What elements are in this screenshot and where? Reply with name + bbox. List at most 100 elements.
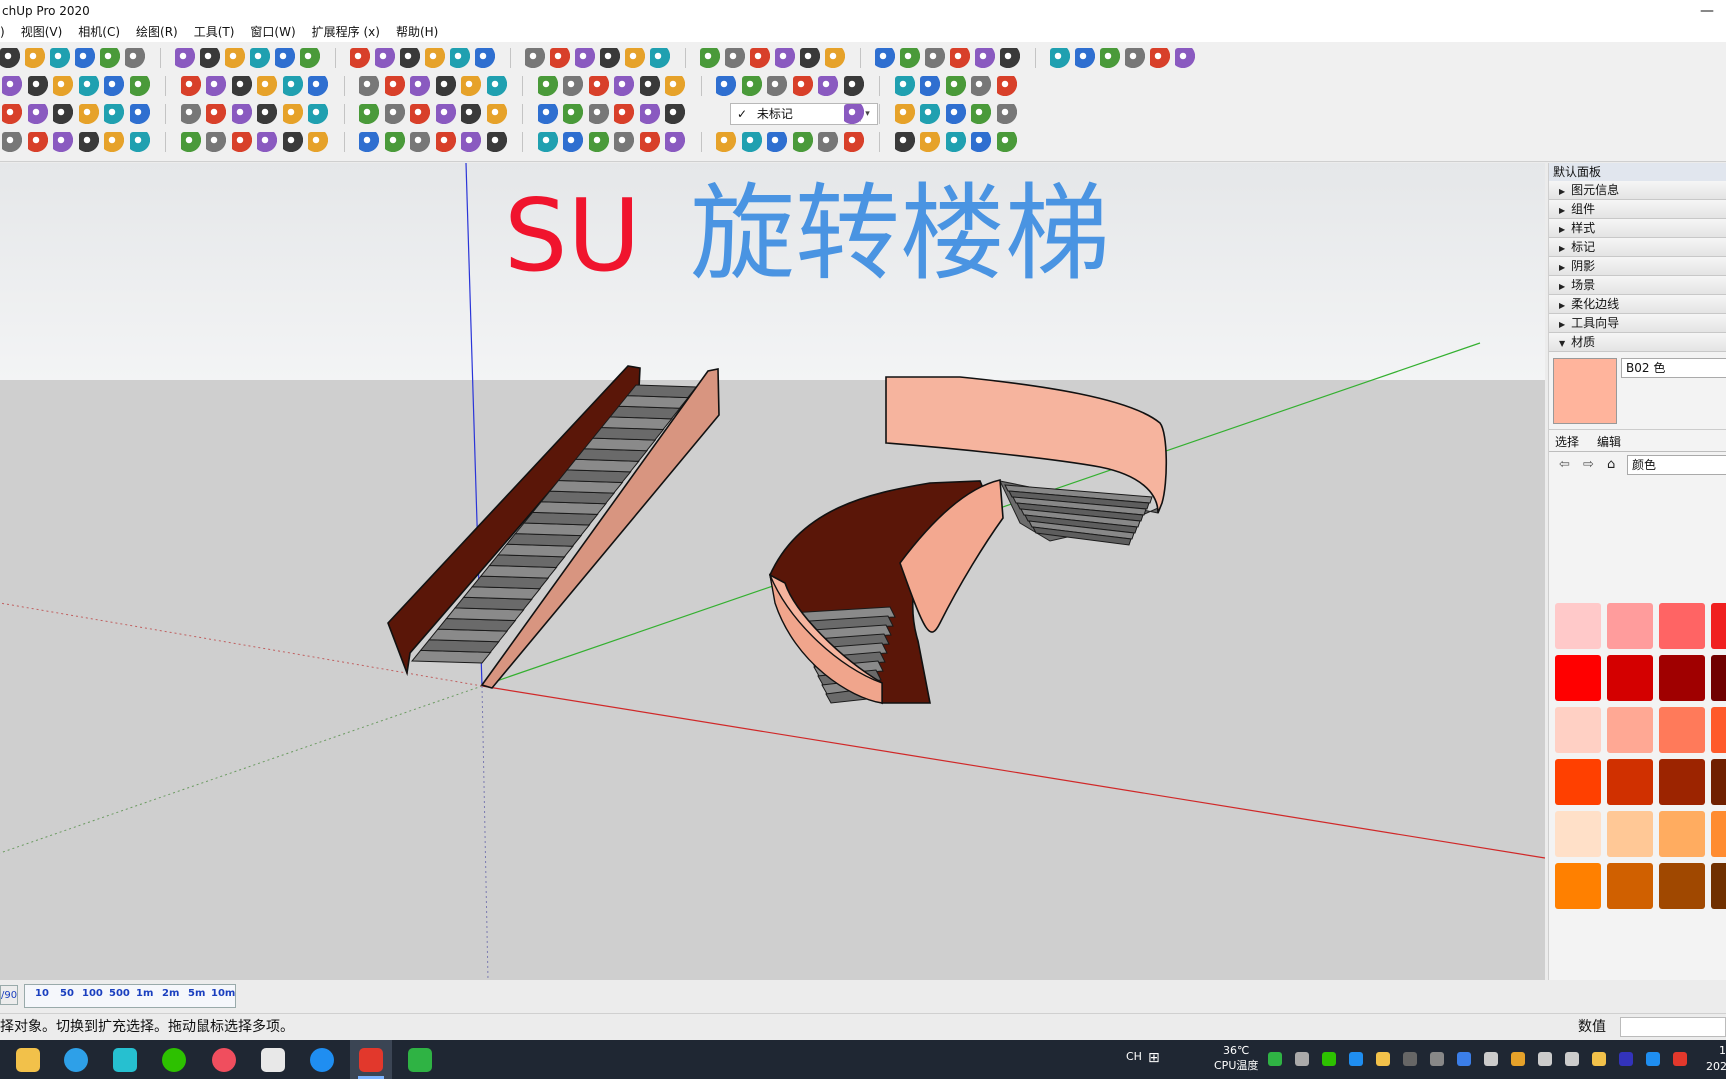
toolbar-tool-icon[interactable] — [920, 104, 940, 124]
toolbar-tool-icon[interactable] — [563, 76, 583, 96]
value-control-input[interactable] — [1620, 1017, 1726, 1037]
menu-view[interactable]: 视图(V) — [21, 22, 63, 42]
toolbar-tool-icon[interactable] — [614, 132, 634, 152]
toolbar-tool-icon[interactable] — [384, 104, 405, 124]
toolbar-tool-icon[interactable] — [25, 48, 45, 68]
toolbar-tool-icon[interactable] — [231, 76, 252, 96]
notes-app-icon[interactable] — [113, 1048, 137, 1072]
toolbar-tool-icon[interactable] — [75, 48, 95, 68]
toolbar-tool-icon[interactable] — [614, 104, 634, 124]
system-tray-icon[interactable] — [1349, 1052, 1363, 1066]
toolbar-tool-icon[interactable] — [843, 132, 864, 152]
toolbar-tool-icon[interactable] — [700, 48, 720, 68]
toolbar-tool-icon[interactable] — [435, 76, 456, 96]
toolbar-tool-icon[interactable] — [894, 132, 915, 152]
toolbar-tool-icon[interactable] — [359, 76, 379, 96]
toolbar-tool-icon[interactable] — [894, 104, 915, 124]
toolbar-tool-icon[interactable] — [996, 76, 1017, 96]
toolbar-tool-icon[interactable] — [2, 104, 22, 124]
toolbar-tool-icon[interactable] — [925, 48, 945, 68]
edge-browser-icon[interactable] — [64, 1048, 88, 1072]
material-swatch[interactable] — [1711, 603, 1726, 649]
video-app-icon[interactable] — [212, 1048, 236, 1072]
toolbar-tool-icon[interactable] — [282, 132, 303, 152]
material-swatch[interactable] — [1607, 759, 1653, 805]
material-swatch[interactable] — [1659, 655, 1705, 701]
system-tray-icon[interactable] — [1322, 1052, 1336, 1066]
system-tray-icon[interactable] — [1268, 1052, 1282, 1066]
system-tray-icon[interactable] — [1484, 1052, 1498, 1066]
back-arrow-icon[interactable]: ⇦ — [1559, 457, 1570, 472]
toolbar-tool-icon[interactable] — [359, 132, 379, 152]
toolbar-tool-icon[interactable] — [308, 132, 328, 152]
toolbar-tool-icon[interactable] — [200, 48, 220, 68]
wechat-icon[interactable] — [162, 1048, 186, 1072]
toolbar-tool-icon[interactable] — [486, 104, 507, 124]
material-swatch[interactable] — [1659, 707, 1705, 753]
toolbar-tool-icon[interactable] — [486, 132, 507, 152]
material-swatch[interactable] — [1555, 811, 1601, 857]
material-swatch[interactable] — [1555, 655, 1601, 701]
toolbar-tool-icon[interactable] — [920, 76, 940, 96]
toolbar-tool-icon[interactable] — [257, 132, 277, 152]
tray-section-soften-edges[interactable]: ▶ 柔化边线 — [1549, 295, 1726, 314]
toolbar-tool-icon[interactable] — [475, 48, 495, 68]
toolbar-tool-icon[interactable] — [894, 76, 915, 96]
toolbar-tool-icon[interactable] — [525, 48, 545, 68]
system-tray-icon[interactable] — [1511, 1052, 1525, 1066]
toolbar-tool-icon[interactable] — [945, 104, 966, 124]
toolbar-tool-icon[interactable] — [792, 76, 813, 96]
toolbar-tool-icon[interactable] — [100, 48, 120, 68]
toolbar-tool-icon[interactable] — [920, 132, 940, 152]
toolbar-tool-icon[interactable] — [350, 48, 370, 68]
tab-edit[interactable]: 编辑 — [1597, 433, 1621, 450]
toolbar-tool-icon[interactable] — [625, 48, 645, 68]
minimize-button[interactable]: — — [1700, 0, 1714, 22]
toolbar-tool-icon[interactable] — [537, 76, 558, 96]
toolbar-tool-icon[interactable] — [104, 104, 124, 124]
material-swatch[interactable] — [1659, 863, 1705, 909]
material-swatch[interactable] — [1711, 863, 1726, 909]
toolbar-tool-icon[interactable] — [129, 132, 150, 152]
system-tray-icon[interactable] — [1457, 1052, 1471, 1066]
toolbar-tool-icon[interactable] — [767, 132, 787, 152]
toolbar-tool-icon[interactable] — [461, 132, 481, 152]
toolbar-tool-icon[interactable] — [550, 48, 570, 68]
material-swatch[interactable] — [1607, 811, 1653, 857]
system-tray-icon[interactable] — [1295, 1052, 1309, 1066]
menu-draw[interactable]: 绘图(R) — [136, 22, 178, 42]
toolbar-tool-icon[interactable] — [425, 48, 445, 68]
system-tray-icon[interactable] — [1376, 1052, 1390, 1066]
system-tray-icon[interactable] — [1592, 1052, 1606, 1066]
toolbar-tool-icon[interactable] — [400, 48, 420, 68]
toolbar-tool-icon[interactable] — [308, 104, 328, 124]
tray-section-materials[interactable]: ▼ 材质 — [1549, 333, 1726, 352]
file-explorer-icon[interactable] — [16, 1048, 40, 1072]
toolbar-tool-icon[interactable] — [971, 76, 991, 96]
toolbar-tool-icon[interactable] — [225, 48, 245, 68]
toolbar-tool-icon[interactable] — [1050, 48, 1070, 68]
toolbar-tool-icon[interactable] — [206, 76, 226, 96]
clock[interactable]: 1 202 — [1706, 1043, 1726, 1075]
toolbar-tool-icon[interactable] — [792, 132, 813, 152]
material-swatch[interactable] — [1659, 603, 1705, 649]
toolbar-tool-icon[interactable] — [461, 104, 481, 124]
toolbar-tool-icon[interactable] — [78, 132, 99, 152]
toolbar-tool-icon[interactable] — [275, 48, 295, 68]
toolbar-tool-icon[interactable] — [945, 76, 966, 96]
tray-section-tags[interactable]: ▶ 标记 — [1549, 238, 1726, 257]
model-viewport[interactable]: SU 旋转楼梯 — [0, 163, 1545, 980]
toolbar-tool-icon[interactable] — [800, 48, 820, 68]
toolbar-tool-icon[interactable] — [818, 132, 838, 152]
toolbar-tool-icon[interactable] — [359, 104, 379, 124]
toolbar-tool-icon[interactable] — [282, 104, 303, 124]
tray-section-instructor[interactable]: ▶ 工具向导 — [1549, 314, 1726, 333]
toolbar-tool-icon[interactable] — [975, 48, 995, 68]
toolbar-tool-icon[interactable] — [27, 132, 48, 152]
toolbar-tool-icon[interactable] — [843, 104, 864, 124]
toolbar-tool-icon[interactable] — [104, 132, 124, 152]
toolbar-tool-icon[interactable] — [180, 132, 201, 152]
toolbar-tool-icon[interactable] — [250, 48, 270, 68]
keyboard-grid-icon[interactable]: ⊞ — [1148, 1050, 1160, 1066]
toolbar-tool-icon[interactable] — [563, 104, 583, 124]
